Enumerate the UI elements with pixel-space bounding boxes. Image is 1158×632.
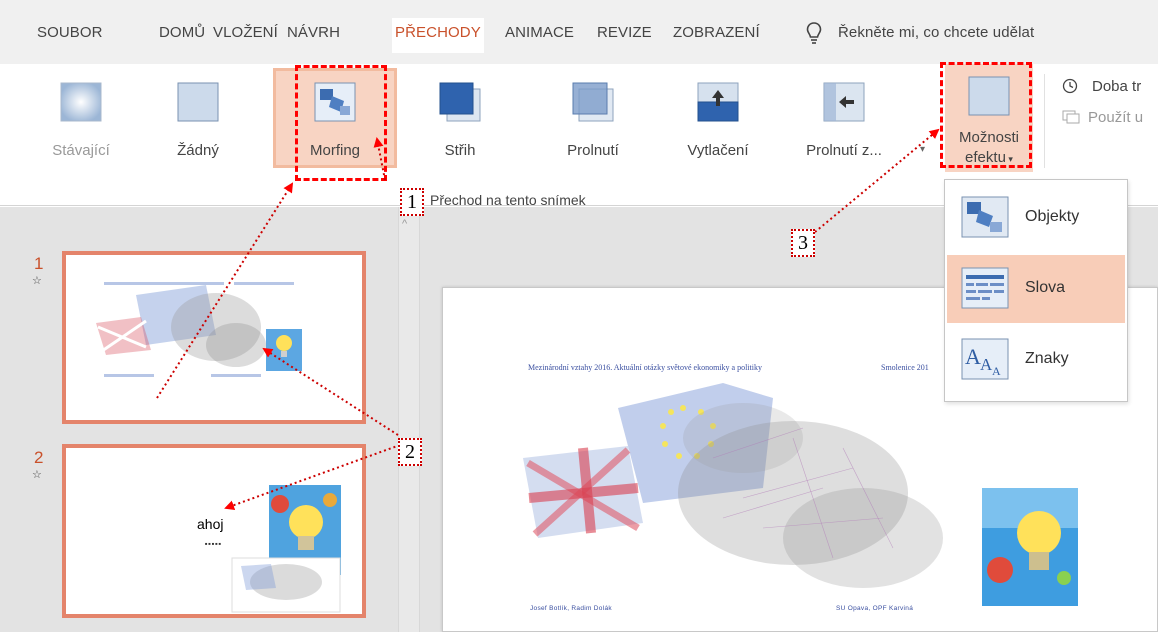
duration-label: Doba tr <box>1092 78 1142 95</box>
effect-option-label: Znaky <box>1025 350 1069 367</box>
characters-icon: A A A <box>961 338 1009 380</box>
tab-review[interactable]: REVIZE <box>597 24 652 41</box>
transition-cut-button[interactable]: Střih <box>417 82 503 174</box>
none-transition-icon <box>177 82 219 122</box>
transition-star-icon: ☆ <box>32 275 42 287</box>
transition-wipe-button[interactable]: Prolnutí z... <box>801 82 887 174</box>
transition-fade-button[interactable]: Prolnutí <box>550 82 636 174</box>
transition-push-button[interactable]: Vytlačení <box>675 82 761 174</box>
effect-options-dropdown: Objekty Slova A A A Znaky <box>944 179 1128 402</box>
transition-star-icon: ☆ <box>32 469 42 481</box>
effect-option-objects[interactable]: Objekty <box>947 184 1125 252</box>
tab-design[interactable]: NÁVRH <box>287 24 340 41</box>
tab-transitions[interactable]: PŘECHODY <box>392 18 484 53</box>
wipe-transition-icon <box>823 82 865 122</box>
slide-1-preview-graphic <box>96 282 302 377</box>
effect-option-characters[interactable]: A A A Znaky <box>947 326 1125 394</box>
slide-footer-left: Josef Botlík, Radim Dolák <box>530 605 612 612</box>
transition-current-button[interactable]: Stávající <box>38 82 124 174</box>
effect-option-label: Slova <box>1025 279 1066 296</box>
transition-label: Vytlačení <box>687 142 749 159</box>
group-separator <box>1044 74 1045 168</box>
annotation-morph-highlight <box>295 65 387 181</box>
tab-file[interactable]: SOUBOR <box>37 24 103 41</box>
scroll-up-icon[interactable]: ^ <box>402 218 407 230</box>
fade-transition-icon <box>572 82 614 122</box>
slide-number: 2 <box>34 448 44 467</box>
tab-insert[interactable]: VLOŽENÍ <box>213 24 278 41</box>
svg-text:A: A <box>992 364 1001 378</box>
cut-transition-icon <box>439 82 481 122</box>
annotation-label-3: 3 <box>791 229 815 257</box>
effect-option-words[interactable]: Slova <box>947 255 1125 323</box>
slide-2-subtext: ■■■■■ <box>205 541 223 546</box>
slide-footer-right: SU Opava, OPF Karviná <box>836 605 914 612</box>
push-transition-icon <box>697 82 739 122</box>
transition-none-button[interactable]: Žádný <box>155 82 241 174</box>
lightbulb-icon <box>806 22 822 44</box>
slide-number: 1 <box>34 254 44 273</box>
clock-icon <box>1062 78 1078 94</box>
svg-text:A: A <box>965 344 981 369</box>
current-transition-icon <box>60 82 102 122</box>
objects-icon <box>961 196 1009 238</box>
apply-to-all-button[interactable]: Použít u <box>1088 109 1143 126</box>
annotation-effect-options-highlight <box>940 62 1032 168</box>
tab-view[interactable]: ZOBRAZENÍ <box>673 24 760 41</box>
slide-2-text: ahoj <box>197 516 224 532</box>
effect-option-label: Objekty <box>1025 208 1080 225</box>
annotation-label-1: 1 <box>400 188 424 216</box>
tell-me-input[interactable]: Řekněte mi, co chcete udělat <box>838 24 1034 41</box>
apply-to-all-icon <box>1062 110 1080 124</box>
transition-label: Stávající <box>52 142 110 159</box>
tab-home[interactable]: DOMŮ <box>159 24 205 41</box>
menu-bar: SOUBOR DOMŮ VLOŽENÍ NÁVRH PŘECHODY ANIMA… <box>0 0 1158 64</box>
annotation-label-2: 2 <box>398 438 422 466</box>
group-label: Přechod na tento snímek <box>430 192 586 208</box>
gallery-more-icon[interactable]: ▾ <box>920 144 925 155</box>
transition-label: Žádný <box>177 142 219 159</box>
words-icon <box>961 267 1009 309</box>
slide-thumbnail-1[interactable] <box>62 251 366 424</box>
tab-animations[interactable]: ANIMACE <box>505 24 574 41</box>
transition-label: Prolnutí z... <box>806 142 882 159</box>
transition-label: Prolnutí <box>567 142 619 159</box>
transition-label: Střih <box>444 142 476 159</box>
pane-splitter[interactable] <box>398 207 420 632</box>
